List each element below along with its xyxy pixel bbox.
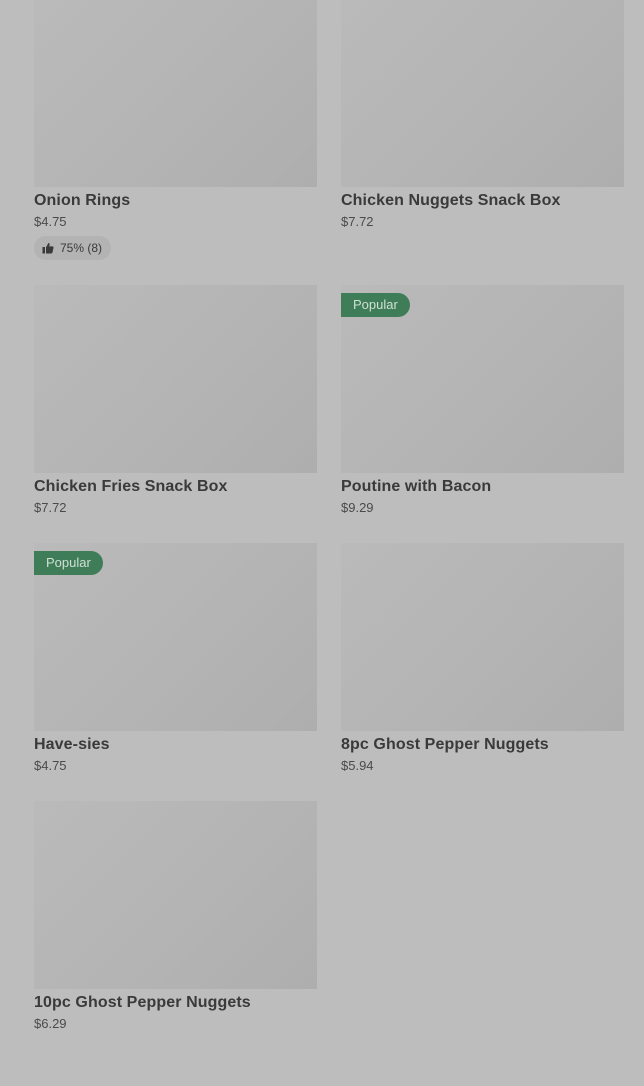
menu-item-card-8pc-ghost-pepper-nuggets[interactable]: 8pc Ghost Pepper Nuggets $5.94 <box>341 543 624 801</box>
item-price: $9.29 <box>341 500 374 515</box>
item-image <box>34 0 317 187</box>
item-name: Have-sies <box>34 736 110 753</box>
item-name: Chicken Fries Snack Box <box>34 478 228 495</box>
item-name: Onion Rings <box>34 192 131 209</box>
menu-item-grid: Onion Rings $4.75 75% (8) Chicken Nugget… <box>34 0 624 1059</box>
item-price: $4.75 <box>34 758 67 773</box>
item-price: $7.72 <box>341 214 374 229</box>
item-image <box>341 543 624 731</box>
menu-item-card-chicken-fries-snack-box[interactable]: Chicken Fries Snack Box $7.72 <box>34 285 317 543</box>
popular-badge: Popular <box>341 293 410 317</box>
item-price: $5.94 <box>341 758 374 773</box>
item-price: $6.29 <box>34 1016 67 1031</box>
menu-item-card-onion-rings[interactable]: Onion Rings $4.75 75% (8) <box>34 0 317 285</box>
menu-item-card-10pc-ghost-pepper-nuggets[interactable]: 10pc Ghost Pepper Nuggets $6.29 <box>34 801 317 1059</box>
menu-item-card-have-sies[interactable]: Popular Have-sies $4.75 <box>34 543 317 801</box>
menu-item-card-poutine-with-bacon[interactable]: Popular Poutine with Bacon $9.29 <box>341 285 624 543</box>
item-image: Popular <box>341 285 624 473</box>
item-image: Popular <box>34 543 317 731</box>
menu-item-card-chicken-nuggets-snack-box[interactable]: Chicken Nuggets Snack Box $7.72 <box>341 0 624 285</box>
item-name: Chicken Nuggets Snack Box <box>341 192 561 209</box>
item-name: Poutine with Bacon <box>341 478 492 495</box>
item-image <box>34 801 317 989</box>
item-image <box>34 285 317 473</box>
rating-text: 75% (8) <box>60 241 103 255</box>
item-name: 8pc Ghost Pepper Nuggets <box>341 736 549 753</box>
item-name: 10pc Ghost Pepper Nuggets <box>34 994 251 1011</box>
item-price: $7.72 <box>34 500 67 515</box>
item-image <box>341 0 624 187</box>
popular-badge: Popular <box>34 551 103 575</box>
rating-badge: 75% (8) <box>34 236 112 260</box>
item-price: $4.75 <box>34 214 67 229</box>
thumbs-up-icon <box>42 242 54 254</box>
